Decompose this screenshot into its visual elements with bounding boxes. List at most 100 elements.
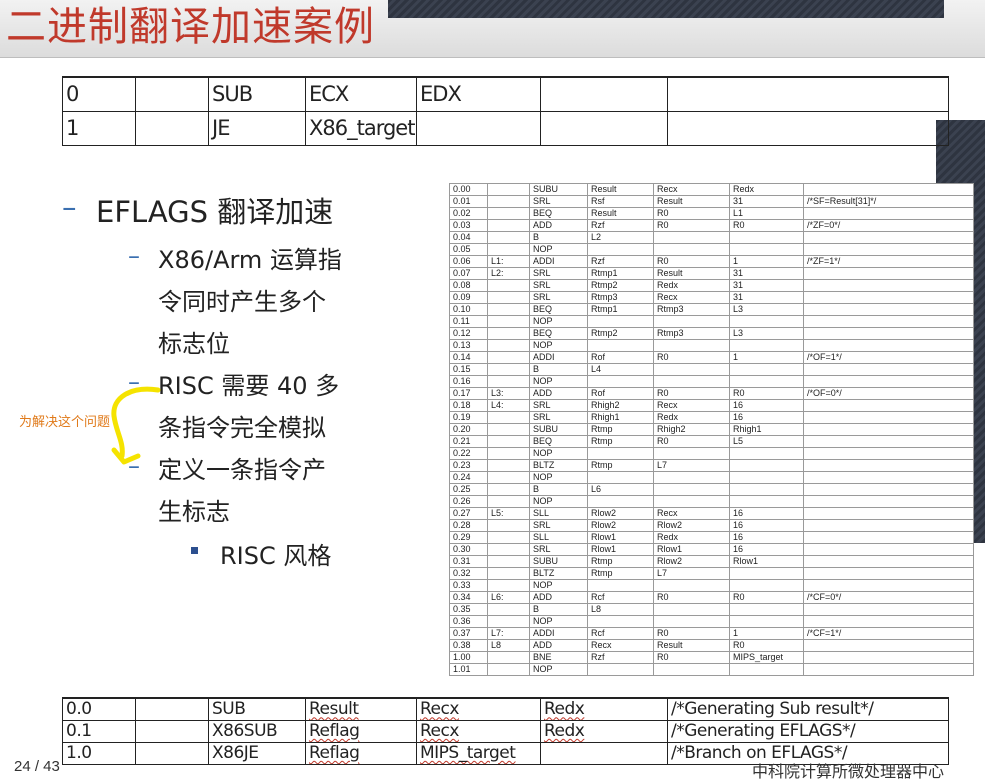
table-row: 0.28 SRL Rlow2 Rlow2 16 <box>449 519 974 532</box>
table-cell: 0.13 <box>449 339 488 352</box>
table-cell: 31 <box>729 291 804 304</box>
table-row: 0.14 ADDI Rof R0 1/*OF=1*/ <box>449 351 974 364</box>
table-cell: R0 <box>653 627 730 640</box>
table-cell: Rtmp2 <box>587 279 654 292</box>
table-cell <box>803 471 974 484</box>
table-cell <box>803 291 974 304</box>
table-cell: NOP <box>529 663 588 676</box>
table-cell: L7: <box>487 627 530 640</box>
bullet-line: 令同时产生多个 <box>158 288 326 316</box>
table-cell: 0.38 <box>449 639 488 652</box>
table-cell: 0.07 <box>449 267 488 280</box>
table-cell: 0.20 <box>449 423 488 436</box>
table-cell: 0.25 <box>449 483 488 496</box>
table-cell <box>729 663 804 676</box>
table-cell <box>729 495 804 508</box>
table-cell <box>487 483 530 496</box>
table-cell: 1.0 <box>62 741 136 765</box>
table-cell: Redx <box>653 279 730 292</box>
table-cell <box>653 579 730 592</box>
table-cell <box>587 315 654 328</box>
top-instruction-table: 0 SUB ECX EDX 1 JE X86_target <box>62 76 949 146</box>
table-cell: L6: <box>487 591 530 604</box>
table-row: 0.24 NOP <box>449 471 974 484</box>
table-cell: R0 <box>653 219 730 232</box>
table-cell: Rlow2 <box>653 555 730 568</box>
table-row: 0.38 L8 ADD Recx Result R0 <box>449 639 974 652</box>
table-cell: Rtmp <box>587 555 654 568</box>
table-cell: 31 <box>729 279 804 292</box>
table-cell: L3 <box>729 303 804 316</box>
table-cell: R0 <box>653 591 730 604</box>
table-cell: 0.03 <box>449 219 488 232</box>
table-cell <box>653 471 730 484</box>
table-cell: BEQ <box>529 303 588 316</box>
square-bullet-icon <box>191 547 198 554</box>
table-cell <box>135 697 209 721</box>
table-cell: L7 <box>653 567 730 580</box>
table-row: 0.12 BEQ Rtmp2 Rtmp3 L3 <box>449 327 974 340</box>
table-cell <box>729 471 804 484</box>
table-cell <box>803 303 974 316</box>
bullet-risc-style: RISC 风格 <box>220 542 332 570</box>
table-cell: R0 <box>729 219 804 232</box>
table-cell: NOP <box>529 375 588 388</box>
table-cell <box>803 603 974 616</box>
table-cell <box>587 663 654 676</box>
table-cell: Rlow1 <box>653 543 730 556</box>
table-cell: 0.36 <box>449 615 488 628</box>
table-cell: 0.24 <box>449 471 488 484</box>
table-cell: 0 <box>62 76 136 112</box>
table-cell <box>587 471 654 484</box>
table-cell: /*SF=Result[31]*/ <box>803 195 974 208</box>
table-cell: Rlow1 <box>587 531 654 544</box>
table-cell <box>803 507 974 520</box>
table-cell: 0.14 <box>449 351 488 364</box>
table-cell: 16 <box>729 507 804 520</box>
table-cell: Recx <box>587 639 654 652</box>
table-cell: L7 <box>653 459 730 472</box>
table-cell <box>487 351 530 364</box>
table-cell <box>803 651 974 664</box>
table-cell <box>729 579 804 592</box>
table-cell <box>487 579 530 592</box>
page-number: 24 / 43 <box>14 758 60 775</box>
table-row: 1.01 NOP <box>449 663 974 676</box>
table-cell: SUBU <box>529 183 588 196</box>
table-cell: Rtmp <box>587 423 654 436</box>
table-cell: B <box>529 603 588 616</box>
table-cell <box>487 243 530 256</box>
table-cell: Result <box>587 183 654 196</box>
table-cell: L8 <box>487 639 530 652</box>
table-row: 0.32 BLTZ Rtmp L7 <box>449 567 974 580</box>
table-cell: SRL <box>529 267 588 280</box>
table-cell <box>487 495 530 508</box>
bullet-line: 条指令完全模拟 <box>158 414 326 442</box>
table-cell <box>803 207 974 220</box>
table-cell: 1 <box>62 110 136 146</box>
table-cell <box>803 519 974 532</box>
table-cell: Rtmp1 <box>587 303 654 316</box>
table-cell <box>729 615 804 628</box>
table-cell: L6 <box>587 483 654 496</box>
table-cell <box>487 435 530 448</box>
table-cell: Recx <box>416 719 541 743</box>
table-cell: 31 <box>729 195 804 208</box>
table-cell <box>487 423 530 436</box>
table-cell: /*ZF=1*/ <box>803 255 974 268</box>
table-cell: L3 <box>729 327 804 340</box>
bullet-line: RISC 需要 40 多 <box>158 372 340 400</box>
table-cell: /*OF=1*/ <box>803 351 974 364</box>
table-cell <box>803 399 974 412</box>
table-cell: SLL <box>529 507 588 520</box>
table-row: 0.20 SUBU Rtmp Rhigh2 Rhigh1 <box>449 423 974 436</box>
table-cell: SRL <box>529 543 588 556</box>
table-cell <box>803 279 974 292</box>
table-cell: Rzf <box>587 255 654 268</box>
table-cell: 1.00 <box>449 651 488 664</box>
table-cell: Recx <box>653 507 730 520</box>
table-cell: X86SUB <box>208 719 306 743</box>
table-cell: ADDI <box>529 255 588 268</box>
table-cell <box>135 110 209 146</box>
table-cell: 0.31 <box>449 555 488 568</box>
